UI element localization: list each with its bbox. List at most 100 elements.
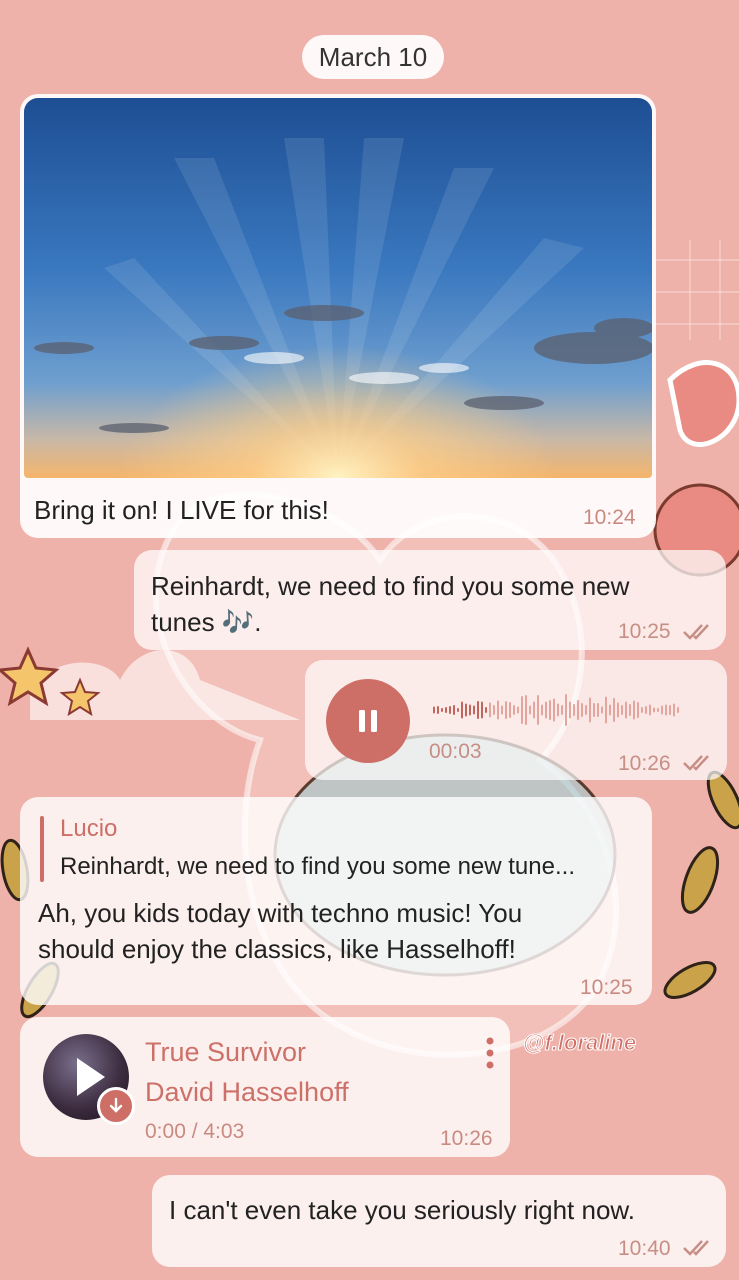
waveform-bar <box>517 706 519 714</box>
waveform-bar <box>573 704 575 716</box>
date-label: March 10 <box>318 41 428 72</box>
message-time: 10:40 <box>618 1237 671 1260</box>
message-time: 10:25 <box>618 620 671 643</box>
message-text-line: Ah, you kids today with techno music! Yo… <box>38 898 523 928</box>
download-icon <box>109 1097 123 1113</box>
voice-elapsed-time: 00:03 <box>429 740 482 763</box>
waveform-bar <box>565 694 567 726</box>
waveform-bar <box>613 698 615 722</box>
track-progress: 0:00 / 4:03 <box>145 1120 245 1143</box>
track-artist: David Hasselhoff <box>145 1077 349 1107</box>
watermark: @f.loraline <box>522 1030 637 1056</box>
voice-message: 00:03 10:26 <box>305 660 727 780</box>
waveform-bar <box>545 701 547 719</box>
waveform-bar <box>577 700 579 720</box>
waveform-bar <box>605 696 607 724</box>
waveform-bar <box>657 708 659 712</box>
photo-message[interactable]: Bring it on! I LIVE for this! 10:24 <box>20 94 656 538</box>
message-text: I can't even take you seriously right no… <box>169 1195 635 1225</box>
waveform-bar <box>449 706 451 714</box>
pause-icon <box>359 710 377 732</box>
waveform-bar <box>441 708 443 712</box>
quote-author: Lucio <box>60 815 118 842</box>
waveform-bar <box>637 702 639 718</box>
waveform-bar <box>593 703 595 717</box>
waveform-bar <box>641 707 643 713</box>
waveform-bar <box>521 696 523 724</box>
photo-caption: Bring it on! I LIVE for this! <box>34 495 329 525</box>
waveform-bar <box>461 701 463 719</box>
waveform-bar <box>501 705 503 715</box>
pause-button[interactable] <box>326 679 410 763</box>
waveform-bar <box>489 702 491 718</box>
waveform-bar <box>549 700 551 720</box>
more-vert-icon <box>486 1037 494 1069</box>
outgoing-message-last[interactable]: I can't even take you seriously right no… <box>152 1175 726 1267</box>
waveform-bar <box>541 704 543 716</box>
sunrise-photo[interactable] <box>24 98 652 478</box>
waveform-bar <box>609 704 611 716</box>
double-check-icon <box>683 1240 709 1256</box>
message-time: 10:25 <box>580 976 633 999</box>
download-button[interactable] <box>97 1087 135 1125</box>
double-check-icon <box>683 624 709 640</box>
message-time: 10:26 <box>440 1127 493 1150</box>
waveform-bar <box>477 701 479 719</box>
waveform-bar <box>433 706 435 714</box>
waveform-bar <box>665 704 667 716</box>
track-title: True Survivor <box>145 1037 307 1067</box>
outgoing-message-tunes[interactable]: Reinhardt, we need to find you some new … <box>134 550 726 650</box>
waveform-bar <box>505 701 507 719</box>
music-message: True Survivor David Hasselhoff 0:00 / 4:… <box>20 1017 510 1157</box>
waveform-bar <box>485 707 487 713</box>
sky-image <box>24 98 652 478</box>
waveform-bar <box>661 705 663 715</box>
waveform-bar <box>649 704 651 716</box>
waveform-bar <box>457 708 459 712</box>
waveform-bar <box>589 697 591 723</box>
waveform-bar <box>437 706 439 714</box>
waveform-bar <box>481 701 483 719</box>
waveform-bar <box>601 706 603 714</box>
waveform-bar <box>633 700 635 720</box>
waveform-bar <box>585 705 587 715</box>
waveform-bar <box>617 702 619 718</box>
message-time: 10:24 <box>583 506 636 529</box>
message-time: 10:26 <box>618 752 671 775</box>
date-separator: March 10 <box>302 35 444 79</box>
waveform-bar <box>493 705 495 715</box>
reply-quote-bar <box>40 816 44 882</box>
waveform-bar <box>509 702 511 718</box>
waveform-bar <box>645 706 647 714</box>
waveform-bar <box>673 703 675 717</box>
waveform-bar <box>557 703 559 717</box>
waveform-bar <box>497 700 499 720</box>
waveform-bar <box>537 695 539 725</box>
waveform-bar <box>629 704 631 716</box>
waveform-bar <box>465 703 467 717</box>
waveform-bar <box>473 705 475 715</box>
waveform-bar <box>445 707 447 713</box>
waveform-bar <box>597 703 599 717</box>
message-text-line: Reinhardt, we need to find you some new <box>151 571 630 601</box>
waveform-bar <box>553 698 555 722</box>
waveform-bar <box>513 705 515 715</box>
message-text-line: should enjoy the classics, like Hasselho… <box>38 934 516 964</box>
waveform-bar <box>581 703 583 717</box>
waveform-bar <box>621 705 623 715</box>
quote-text: Reinhardt, we need to find you some new … <box>60 853 575 880</box>
waveform-bar <box>529 705 531 715</box>
waveform-bar <box>653 707 655 713</box>
waveform-bar <box>561 705 563 715</box>
waveform-bar <box>677 707 679 713</box>
waveform-bar <box>533 701 535 719</box>
waveform-bar <box>469 704 471 716</box>
waveform-bar <box>625 701 627 719</box>
waveform-bar <box>525 695 527 725</box>
more-options-button[interactable] <box>482 1035 498 1071</box>
double-check-icon <box>683 755 709 771</box>
waveform-bar <box>453 705 455 715</box>
waveform-bar <box>569 701 571 719</box>
waveform-scrubber[interactable] <box>433 690 683 730</box>
waveform-bar <box>669 705 671 715</box>
